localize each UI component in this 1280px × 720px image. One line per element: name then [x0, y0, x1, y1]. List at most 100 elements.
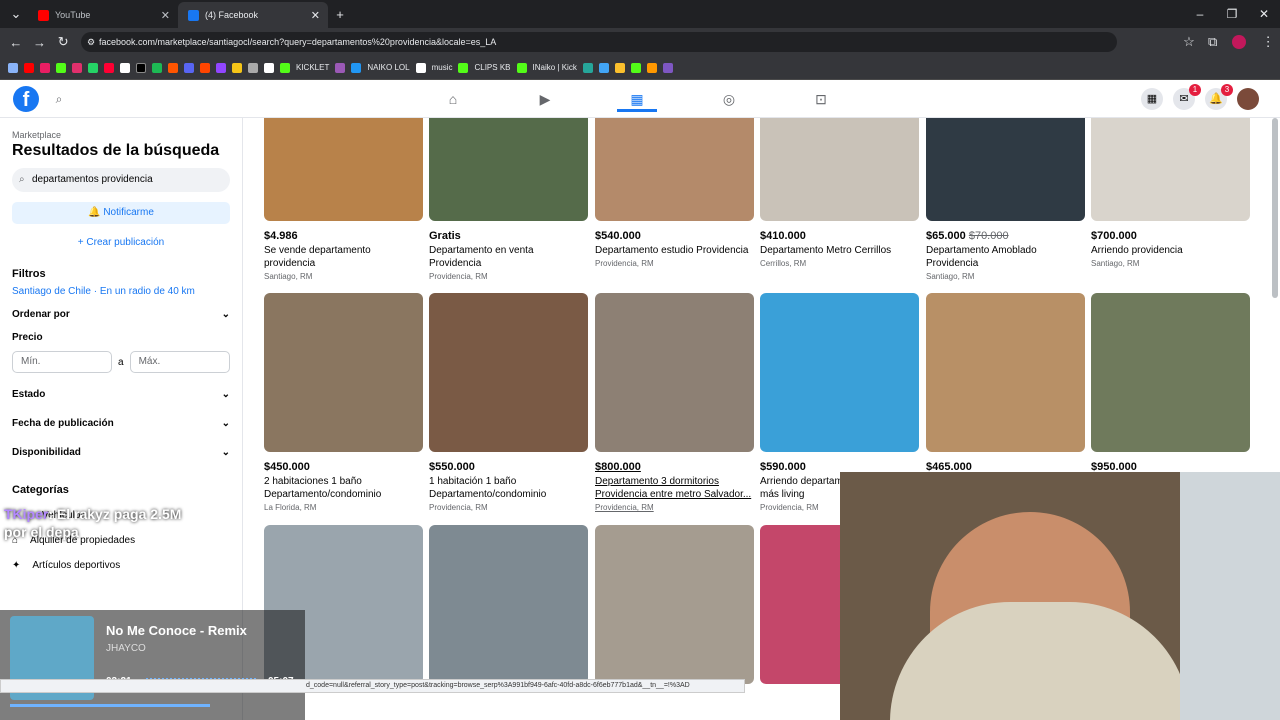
bookmark-icon[interactable] [351, 62, 362, 73]
listing-card[interactable]: Gratis Departamento en venta Providencia… [429, 118, 588, 281]
bookmark-music[interactable]: music [432, 63, 453, 72]
bookmark-icon[interactable] [72, 62, 82, 73]
tab-facebook[interactable]: (4) Facebook ✕ [178, 2, 328, 28]
listing-card[interactable]: $65.000 $70.000 Departamento Amoblado Pr… [926, 118, 1085, 281]
forward-button[interactable]: → [28, 35, 52, 50]
breadcrumb[interactable]: Marketplace [12, 130, 230, 140]
chat-overlay: TKiper: El rakyz paga 2.5M por el depa [4, 505, 204, 541]
bookmark-icon[interactable] [248, 62, 258, 73]
bookmark-icon[interactable] [598, 62, 609, 73]
bookmark-icon[interactable] [136, 62, 146, 73]
bookmark-icon[interactable] [335, 62, 346, 73]
bookmark-icon[interactable] [216, 62, 226, 73]
bookmark-inaiko-kick[interactable]: INaiko | Kick [533, 63, 577, 72]
state-dropdown[interactable]: Estado ⌄ [12, 389, 230, 400]
listing-card[interactable]: $700.000 Arriendo providencia Santiago, … [1091, 118, 1250, 268]
bookmark-clips-kb[interactable]: CLIPS KB [474, 63, 510, 72]
listing-card[interactable]: $450.000 2 habitaciones 1 baño Departame… [264, 293, 423, 512]
bookmark-icon[interactable] [264, 62, 274, 73]
bookmark-icon[interactable] [280, 62, 290, 73]
back-button[interactable]: ← [4, 35, 28, 50]
listing-location: Santiago, RM [1091, 259, 1140, 268]
tab-youtube[interactable]: YouTube ✕ [28, 2, 178, 28]
groups-icon[interactable]: ◎ [709, 86, 749, 112]
listing-card[interactable]: $410.000 Departamento Metro Cerrillos Ce… [760, 118, 919, 268]
page-scrollbar[interactable] [1272, 118, 1278, 298]
url-field[interactable]: ⚙ facebook.com/marketplace/santiagocl/se… [81, 32, 1118, 52]
bookmark-icon[interactable] [56, 62, 66, 73]
bookmark-icon[interactable] [104, 62, 114, 73]
notify-button[interactable]: 🔔 Notificarme [12, 202, 230, 224]
price-old: $70.000 [968, 230, 1009, 242]
availability-dropdown[interactable]: Disponibilidad ⌄ [12, 447, 230, 458]
bookmark-star-icon[interactable]: ☆ [1177, 34, 1201, 50]
bookmark-icon[interactable] [184, 62, 194, 73]
listing-title: Departamento Amoblado Providencia [926, 245, 1037, 269]
marketplace-icon[interactable]: ▦ [617, 86, 657, 112]
listing-price: $450.000 [264, 461, 310, 473]
bookmark-icon[interactable] [24, 62, 34, 73]
bookmark-kicklet[interactable]: KICKLET [296, 63, 329, 72]
close-tab-icon[interactable]: ✕ [311, 9, 320, 22]
listing-card[interactable] [595, 525, 754, 684]
search-icon[interactable]: ⌕ [48, 88, 70, 110]
listing-card[interactable] [429, 525, 588, 684]
bookmark-icon[interactable] [516, 62, 527, 73]
new-tab-button[interactable]: + [328, 7, 352, 22]
facebook-logo[interactable]: f [13, 86, 39, 112]
location-filter[interactable]: Santiago de Chile · En un radio de 40 km [12, 286, 230, 297]
listing-card[interactable]: $540.000 Departamento estudio Providenci… [595, 118, 754, 268]
listing-card[interactable]: $4.986 Se vende departamento providencia… [264, 118, 423, 281]
listing-title: Arriendo providencia [1091, 245, 1183, 256]
bookmark-icon[interactable] [630, 62, 641, 73]
gaming-icon[interactable]: ⊡ [801, 86, 841, 112]
page-title: Resultados de la búsqueda [12, 142, 220, 159]
restore-button[interactable]: ❐ [1216, 0, 1248, 28]
close-tab-icon[interactable]: ✕ [161, 9, 170, 22]
bookmarks-bar: KICKLET NAIKO LOL music CLIPS KB INaiko … [0, 56, 1280, 80]
close-window-button[interactable]: ✕ [1248, 0, 1280, 28]
bookmark-icon[interactable] [88, 62, 98, 73]
reload-button[interactable]: ↻ [51, 34, 75, 50]
listing-card[interactable]: $550.000 1 habitación 1 baño Departament… [429, 293, 588, 512]
sort-dropdown[interactable]: Ordenar por ⌄ [12, 309, 230, 320]
bookmark-icon[interactable] [415, 62, 426, 73]
bookmark-icon[interactable] [662, 62, 673, 73]
profile-avatar[interactable] [1232, 35, 1247, 49]
messenger-icon[interactable]: ✉ 1 [1173, 84, 1201, 110]
bookmark-icon[interactable] [40, 62, 50, 73]
apps-icon[interactable] [8, 62, 18, 73]
bookmark-icon[interactable] [646, 62, 657, 73]
listing-card[interactable]: $950.000 [1091, 293, 1250, 473]
menu-icon[interactable]: ⋮ [1256, 34, 1280, 50]
bookmark-icon[interactable] [152, 62, 162, 73]
date-dropdown[interactable]: Fecha de publicación ⌄ [12, 418, 230, 429]
notifications-icon[interactable]: 🔔 3 [1205, 84, 1233, 110]
listing-card[interactable]: $465.000 [926, 293, 1085, 473]
bookmark-icon[interactable] [232, 62, 242, 73]
category-sports[interactable]: ✦ Artículos deportivos [12, 560, 230, 571]
bookmark-icon[interactable] [200, 62, 210, 73]
site-info-icon[interactable]: ⚙ [87, 32, 95, 52]
bookmark-icon[interactable] [120, 62, 130, 73]
video-icon[interactable]: ▶ [525, 86, 565, 112]
chat-user: TKiper [4, 506, 49, 522]
price-label: Precio [12, 332, 230, 343]
extensions-icon[interactable]: ⧉ [1201, 34, 1225, 50]
tab-search-icon[interactable]: ⌄ [4, 6, 28, 22]
search-input[interactable]: ⌕ departamentos providencia [12, 168, 230, 192]
create-listing-button[interactable]: + Crear publicación [12, 232, 230, 254]
max-price-input[interactable]: Máx. [129, 351, 230, 373]
bookmark-naiko-lol[interactable]: NAIKO LOL [367, 63, 409, 72]
min-price-input[interactable]: Mín. [12, 351, 112, 373]
bookmark-icon[interactable] [168, 62, 178, 73]
home-icon[interactable]: ⌂ [433, 86, 473, 112]
bookmark-icon[interactable] [458, 62, 469, 73]
bookmark-icon[interactable] [582, 62, 593, 73]
bookmark-icon[interactable] [614, 62, 625, 73]
account-avatar[interactable] [1237, 88, 1259, 110]
menu-grid-icon[interactable]: ▦ [1141, 88, 1163, 110]
listing-card[interactable]: $800.000 Departamento 3 dormitorios Prov… [595, 293, 754, 512]
listing-photo [760, 118, 919, 221]
minimize-button[interactable]: – [1184, 0, 1216, 28]
